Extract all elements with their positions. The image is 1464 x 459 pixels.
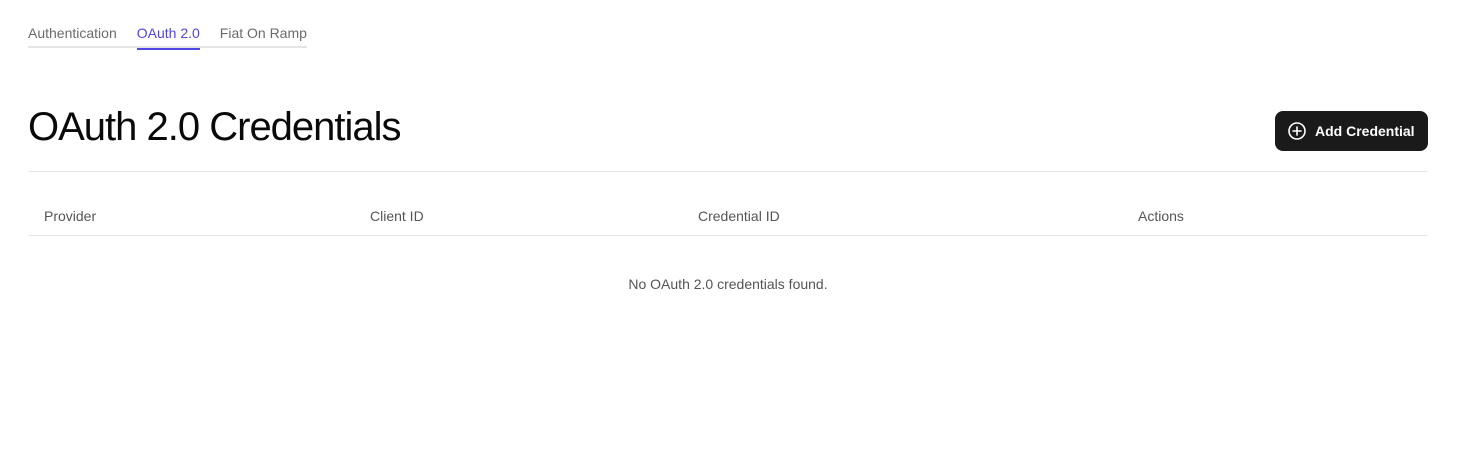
tab-authentication[interactable]: Authentication: [28, 20, 117, 48]
column-header-actions: Actions: [1138, 208, 1184, 224]
column-header-credential-id: Credential ID: [698, 208, 780, 224]
tab-oauth[interactable]: OAuth 2.0: [136, 20, 200, 50]
table-header: Provider Client ID Credential ID Actions: [28, 196, 1428, 236]
empty-state-message: No OAuth 2.0 credentials found.: [628, 276, 828, 292]
column-header-provider: Provider: [44, 208, 97, 224]
tab-fiat-on-ramp[interactable]: Fiat On Ramp: [220, 20, 307, 48]
add-credential-label: Add Credential: [1315, 123, 1415, 139]
title-divider: [28, 171, 1428, 172]
plus-circle-icon: [1287, 121, 1307, 141]
page-title: OAuth 2.0 Credentials: [28, 105, 402, 149]
tab-bar: Authentication OAuth 2.0 Fiat On Ramp: [28, 20, 307, 50]
column-header-client-id: Client ID: [370, 208, 424, 224]
add-credential-button[interactable]: Add Credential: [1275, 111, 1428, 151]
